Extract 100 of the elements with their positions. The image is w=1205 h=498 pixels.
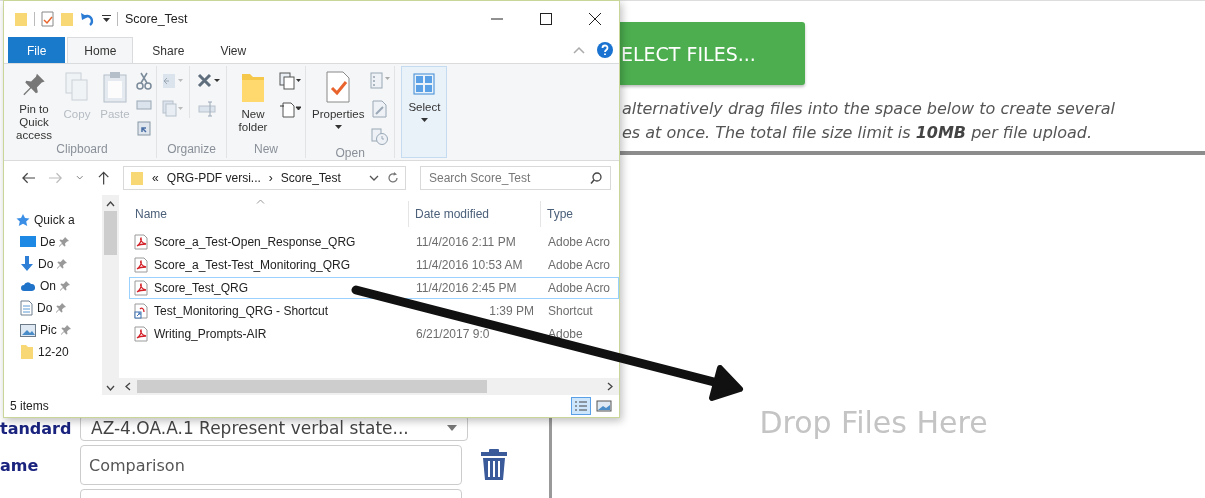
field-label: ame [0,455,40,475]
dropdown-caret-icon[interactable] [369,175,379,181]
file-row[interactable]: Writing_Prompts-AIR 6/21/2017 9:0 Adobe [129,323,619,345]
dropdown-caret-icon[interactable] [102,15,111,23]
navigation-item[interactable]: Quick a [4,209,102,231]
recent-caret-icon[interactable] [76,175,84,181]
file-row[interactable]: Score_Test_QRG 11/4/2016 2:45 PM Adobe Acro [129,277,619,299]
column-header[interactable]: Name [129,201,409,227]
file-row[interactable]: Test_Monitoring_QRG - Shortcut 1:39 PM Shortcut [129,300,619,322]
details-view-icon[interactable] [571,397,591,415]
file-row[interactable]: Score_a_Test-Test_Monitoring_QRG 11/4/2016 10:53 AM Adobe Acro [129,254,619,276]
upload-hint-text: alternatively drag files into the space below to create several es at once. The total file size limit is 10MB per file upload. [622,98,1115,144]
scroll-right-icon[interactable] [607,382,613,391]
search-icon [590,172,602,184]
file-row[interactable]: Score_a_Test-Open_Response_QRG 11/4/2016 2:11 PM Adobe Acro [129,231,619,253]
address-bar[interactable]: « QRG-PDF versi... › Score_Test [123,166,406,190]
open-item-icon[interactable] [370,72,391,90]
scroll-left-icon[interactable] [125,382,131,391]
file-name: Score_a_Test-Test_Monitoring_QRG [154,258,351,272]
maximize-icon[interactable] [540,13,552,25]
navigation-item[interactable]: Pic [4,319,102,341]
folder-icon [20,344,34,360]
navigation-item[interactable]: On [4,275,102,297]
trash-icon[interactable] [480,449,508,481]
back-arrow-icon[interactable] [22,172,36,184]
ribbon-tab[interactable]: File [8,37,66,63]
scrollbar-thumb[interactable] [104,211,117,255]
scroll-down-icon[interactable] [106,385,115,391]
column-header[interactable]: Type [541,201,611,227]
column-header[interactable]: Date modified [409,201,541,227]
collapse-ribbon-icon[interactable] [573,46,585,54]
clipboard-icon [100,70,130,104]
file-type: Shortcut [547,304,594,318]
file-date: 11/4/2016 2:45 PM [415,281,518,295]
folder-icon [130,170,145,186]
scrollbar[interactable] [102,195,119,395]
ribbon-group-label: Open [335,146,365,162]
file-type: Adobe Acro [547,281,612,295]
window-title: Score_Test [125,12,188,26]
breadcrumb[interactable]: › [268,171,273,185]
pdf-file-icon [134,280,148,296]
pdf-file-icon [134,326,148,342]
paste-shortcut-icon[interactable] [137,120,151,136]
scrollbar[interactable] [119,378,619,395]
document-icon [20,300,33,316]
ribbon-tab[interactable]: View [203,37,264,63]
file-date: 11/4/2016 2:11 PM [415,235,517,249]
close-icon[interactable] [589,13,601,25]
item-count: 5 items [10,399,49,413]
help-icon[interactable] [597,42,613,58]
file-type: Adobe Acro [547,235,612,249]
pdf-file-icon [134,234,148,250]
breadcrumb[interactable]: « [152,171,159,185]
image-icon [20,323,36,337]
scroll-up-icon[interactable] [106,201,115,207]
name-input-field[interactable]: Comparison [80,445,462,485]
ribbon-group-label: New [254,142,278,158]
ribbon-tab[interactable]: Home [67,37,134,63]
ribbon-tab[interactable]: Share [135,37,202,63]
easy-access-icon[interactable] [279,100,301,118]
large-icons-view-icon[interactable] [595,398,613,414]
pdf-file-icon [134,257,148,273]
delete-icon[interactable] [196,72,222,90]
file-name: Test_Monitoring_QRG - Shortcut [154,304,329,318]
file-date: 1:39 PM [488,304,535,318]
search-field[interactable]: Search Score_Test [420,166,611,190]
ribbon-command[interactable]: New folder [231,66,275,142]
file-date: 6/21/2017 9:0 [415,327,491,341]
navigation-item[interactable]: 12-20 [4,341,102,363]
checked-document-icon[interactable] [41,11,54,27]
dropdown-caret-icon [447,425,457,431]
move-to-icon[interactable] [161,72,185,90]
file-type: Adobe Acro [547,258,612,272]
history-icon[interactable] [371,128,390,146]
undo-icon[interactable] [80,11,96,27]
breadcrumb[interactable]: Score_Test [280,171,341,185]
new-item-icon[interactable] [279,72,301,90]
ribbon-command[interactable]: Properties [310,66,367,142]
file-name: Score_Test_QRG [154,281,249,295]
dropdown-caret-icon [420,118,428,122]
scissors-icon[interactable] [136,72,152,90]
navigation-item[interactable]: De [4,231,102,253]
ribbon-group-label: Clipboard [56,142,108,158]
navigation-item[interactable]: Do [4,253,102,275]
ribbon-command[interactable]: Pin to Quick access [12,66,56,142]
download-icon [20,256,34,272]
edit-icon[interactable] [372,100,389,118]
breadcrumb[interactable]: QRG-PDF versi... [166,171,261,185]
monitor-icon [20,235,36,249]
navigation-item[interactable]: Do [4,297,102,319]
cloud-icon [20,280,36,292]
forward-arrow-icon[interactable] [49,172,63,184]
drop-zone-text: Drop Files Here [759,405,988,441]
refresh-icon[interactable] [387,172,399,184]
dropdown-caret-icon [334,125,342,129]
file-type: Adobe [547,327,584,341]
grid-icon [411,71,438,97]
scrollbar-thumb[interactable] [137,380,487,393]
up-arrow-icon[interactable] [97,171,110,185]
field-label: tandard [0,418,73,438]
